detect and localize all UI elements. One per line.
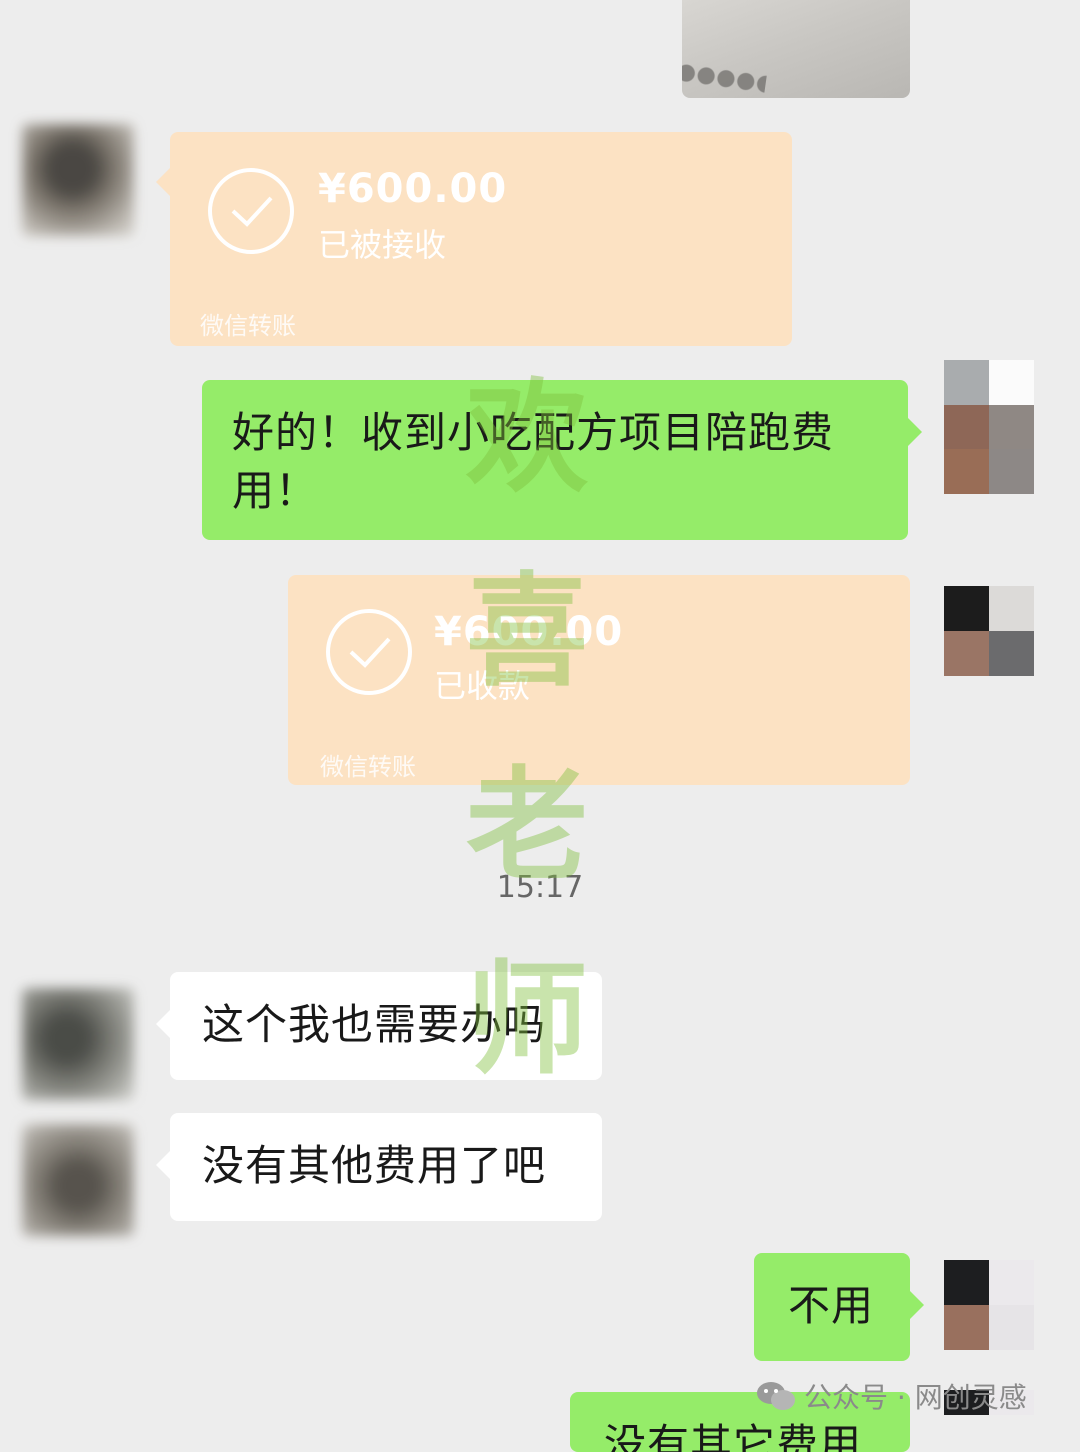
self-avatar[interactable] — [944, 586, 1034, 676]
transfer-card-collected[interactable]: ¥600.00 已收款 微信转账 — [288, 575, 910, 785]
check-circle-icon — [326, 609, 412, 695]
message-bubble-self[interactable]: 不用 — [754, 1253, 924, 1361]
transfer-amount: ¥600.00 — [318, 166, 508, 212]
transfer-card-received[interactable]: ¥600.00 已被接收 微信转账 — [156, 132, 792, 346]
contact-avatar[interactable] — [22, 124, 134, 236]
shared-image[interactable] — [682, 0, 910, 98]
self-avatar[interactable] — [944, 1260, 1034, 1350]
transfer-source: 微信转账 — [200, 312, 296, 340]
account-name: 公众号 · 网创灵感 — [804, 1381, 1027, 1414]
transfer-status: 已被接收 — [318, 226, 447, 264]
transfer-amount: ¥600.00 — [434, 609, 624, 655]
contact-avatar[interactable] — [22, 988, 134, 1100]
message-text: 没有其它费用 — [604, 1420, 863, 1452]
chat-timestamp: 15:17 — [496, 870, 584, 905]
message-bubble-other[interactable]: 这个我也需要办吗 — [156, 972, 602, 1080]
wechat-icon — [757, 1382, 795, 1410]
message-text: 没有其他费用了吧 — [202, 1141, 547, 1190]
message-text: 好的！收到小吃配方项目陪跑费用！ — [232, 408, 835, 515]
transfer-source: 微信转账 — [320, 753, 416, 781]
message-bubble-self[interactable]: 好的！收到小吃配方项目陪跑费用！ — [202, 380, 922, 540]
contact-avatar[interactable] — [22, 1124, 134, 1236]
check-circle-icon — [208, 168, 294, 254]
self-avatar[interactable] — [944, 360, 1034, 494]
image-content — [682, 51, 769, 98]
account-watermark: 公众号 · 网创灵感 — [756, 1376, 1027, 1416]
message-text: 这个我也需要办吗 — [202, 1000, 547, 1049]
transfer-status: 已收款 — [434, 667, 531, 705]
message-text: 不用 — [788, 1281, 875, 1330]
message-bubble-other[interactable]: 没有其他费用了吧 — [156, 1113, 602, 1221]
